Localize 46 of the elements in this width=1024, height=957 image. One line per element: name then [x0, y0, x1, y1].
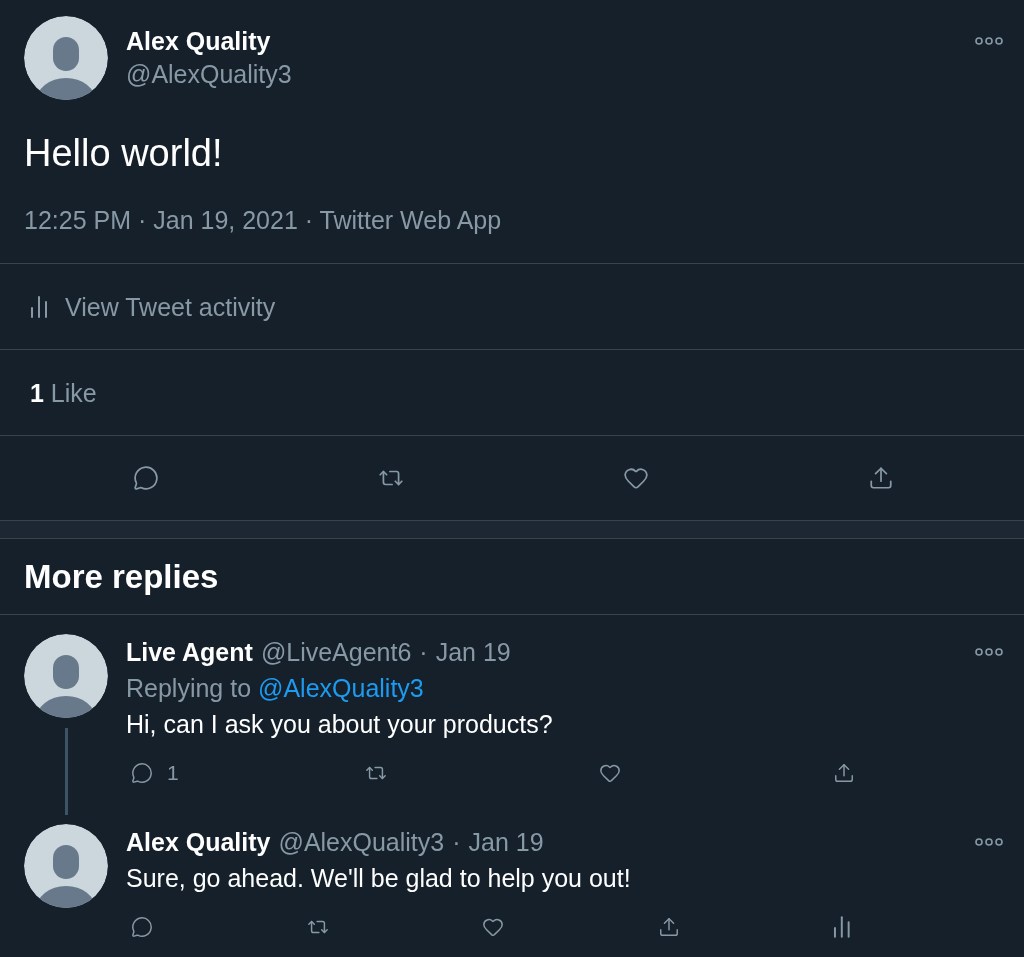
like-button[interactable] — [599, 762, 621, 784]
speech-bubble-icon — [131, 916, 153, 938]
likes-link[interactable]: 1 Like — [30, 377, 97, 408]
tweet-date[interactable]: Jan 19 — [435, 634, 511, 670]
heart-icon — [622, 465, 649, 491]
analytics-button[interactable] — [833, 916, 851, 938]
avatar-icon — [24, 16, 108, 100]
tweet-activity-link[interactable]: View Tweet activity — [30, 291, 276, 322]
tweet-text: Hello world! — [24, 131, 224, 175]
more-icon[interactable] — [975, 838, 1003, 846]
bar-chart-icon — [30, 295, 48, 318]
avatar-icon — [24, 824, 108, 908]
reply-text: Hi, can I ask you about your products? — [126, 709, 554, 740]
mention-link[interactable]: @AlexQuality3 — [258, 674, 424, 702]
share-button[interactable] — [833, 762, 855, 784]
heart-icon — [599, 762, 621, 784]
avatar-icon — [24, 634, 108, 718]
user-name[interactable]: Live Agent — [126, 635, 253, 669]
replying-to-text: Replying to @AlexQuality3 — [126, 673, 425, 704]
byline-separator: · — [419, 637, 428, 668]
heart-icon — [482, 916, 504, 938]
bar-chart-icon — [833, 916, 851, 938]
like-button[interactable] — [622, 465, 649, 491]
more-icon[interactable] — [975, 648, 1003, 656]
tweet-timestamp: 12:25 PM · Jan 19, 2021 · Twitter Web App — [24, 205, 503, 235]
speech-bubble-icon — [133, 465, 160, 491]
share-icon — [867, 465, 894, 491]
user-name[interactable]: Alex Quality — [126, 25, 271, 58]
user-name[interactable]: Alex Quality — [126, 825, 271, 859]
reply-button[interactable]: 1 — [131, 762, 179, 784]
speech-bubble-icon — [131, 762, 153, 784]
share-icon — [833, 762, 855, 784]
reply-button[interactable] — [133, 465, 160, 491]
share-icon — [657, 916, 680, 938]
share-button[interactable] — [657, 916, 680, 938]
tweet-date[interactable]: Jan 19 — [468, 824, 544, 860]
user-handle[interactable]: @LiveAgent6 — [260, 635, 412, 669]
reply-button[interactable] — [131, 916, 153, 938]
section-heading: More replies — [24, 556, 219, 597]
byline-separator: · — [452, 827, 461, 858]
more-icon[interactable] — [975, 37, 1003, 45]
like-button[interactable] — [482, 916, 504, 938]
user-handle[interactable]: @AlexQuality3 — [126, 58, 292, 91]
reply-text: Sure, go ahead. We'll be glad to help you out! — [126, 863, 632, 894]
user-handle[interactable]: @AlexQuality3 — [278, 825, 445, 859]
share-button[interactable] — [867, 465, 894, 491]
